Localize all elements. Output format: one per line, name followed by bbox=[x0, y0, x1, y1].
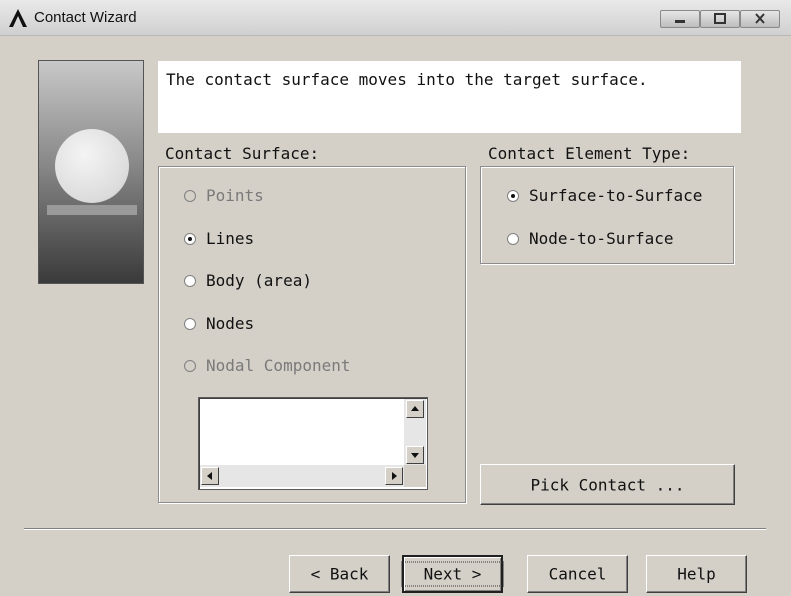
next-label: Next > bbox=[401, 561, 504, 587]
back-label: < Back bbox=[310, 564, 369, 584]
contact-element-type-group bbox=[480, 166, 734, 264]
horizontal-scrollbar[interactable] bbox=[200, 465, 404, 487]
radio-body-area-indicator bbox=[184, 275, 196, 287]
next-button[interactable]: Next > bbox=[401, 555, 504, 593]
scroll-right-button[interactable] bbox=[385, 467, 403, 485]
plate-graphic bbox=[47, 205, 137, 215]
close-button[interactable] bbox=[740, 10, 780, 28]
vertical-scrollbar[interactable] bbox=[404, 399, 426, 465]
sphere-graphic bbox=[55, 129, 129, 203]
window-title: Contact Wizard bbox=[34, 9, 137, 26]
arrow-left-icon bbox=[207, 472, 212, 480]
message-text: The contact surface moves into the targe… bbox=[166, 70, 648, 89]
message-box: The contact surface moves into the targe… bbox=[158, 61, 741, 133]
radio-lines-indicator bbox=[184, 233, 196, 245]
wizard-illustration bbox=[38, 60, 144, 284]
cancel-label: Cancel bbox=[548, 564, 607, 584]
maximize-icon bbox=[714, 13, 726, 24]
radio-body-area-label: Body (area) bbox=[206, 271, 312, 290]
back-button[interactable]: < Back bbox=[289, 555, 390, 593]
radio-nodes-label: Nodes bbox=[206, 314, 255, 333]
arrow-right-icon bbox=[392, 472, 397, 480]
radio-node-to-surface-indicator bbox=[507, 233, 519, 245]
scroll-up-button[interactable] bbox=[406, 400, 424, 418]
arrow-down-icon bbox=[411, 453, 419, 458]
help-label: Help bbox=[677, 564, 716, 584]
radio-surface-to-surface-label: Surface-to-Surface bbox=[529, 186, 703, 205]
ansys-logo-icon bbox=[9, 9, 27, 27]
help-button[interactable]: Help bbox=[646, 555, 747, 593]
radio-lines-label: Lines bbox=[206, 229, 255, 248]
radio-points-indicator bbox=[184, 190, 196, 202]
contact-surface-label: Contact Surface: bbox=[165, 144, 320, 163]
minimize-button[interactable] bbox=[660, 10, 700, 28]
scroll-left-button[interactable] bbox=[201, 467, 219, 485]
maximize-button[interactable] bbox=[700, 10, 740, 28]
contact-element-type-label: Contact Element Type: bbox=[488, 144, 691, 163]
cancel-button[interactable]: Cancel bbox=[527, 555, 628, 593]
nodal-component-listbox[interactable] bbox=[198, 397, 428, 490]
pick-contact-label: Pick Contact ... bbox=[530, 475, 685, 494]
radio-node-to-surface-label: Node-to-Surface bbox=[529, 229, 674, 248]
radio-nodal-component-label: Nodal Component bbox=[206, 356, 351, 375]
listbox-content[interactable] bbox=[200, 399, 404, 465]
pick-contact-button[interactable]: Pick Contact ... bbox=[480, 464, 735, 505]
close-icon bbox=[755, 13, 765, 24]
radio-surface-to-surface-indicator bbox=[507, 190, 519, 202]
scrollbar-corner bbox=[404, 465, 426, 487]
radio-nodes-indicator bbox=[184, 318, 196, 330]
radio-points-label: Points bbox=[206, 186, 264, 205]
footer-separator bbox=[24, 528, 766, 530]
arrow-up-icon bbox=[411, 406, 419, 411]
radio-nodal-component-indicator bbox=[184, 360, 196, 372]
contact-wizard-dialog: Contact Wizard The contact surface moves… bbox=[0, 0, 791, 596]
scroll-down-button[interactable] bbox=[406, 446, 424, 464]
minimize-icon bbox=[675, 20, 685, 23]
title-bar[interactable]: Contact Wizard bbox=[0, 0, 791, 36]
